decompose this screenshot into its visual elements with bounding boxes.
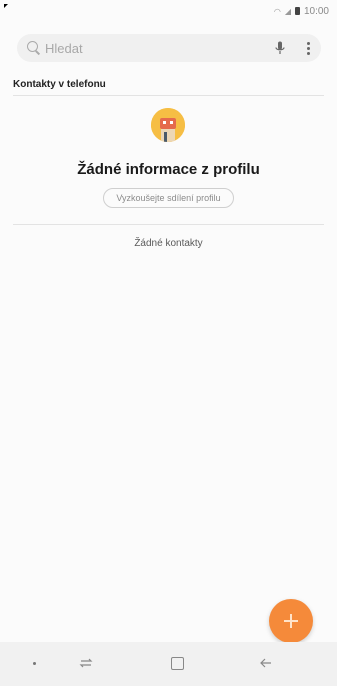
microphone-icon[interactable]: [271, 39, 289, 57]
empty-contacts-text: Žádné kontakty: [134, 238, 203, 249]
divider: [13, 95, 324, 96]
divider: [13, 224, 324, 225]
search-input[interactable]: Hledat: [45, 41, 271, 56]
signal-icon: ◢: [284, 6, 291, 16]
recent-apps-icon[interactable]: [78, 655, 94, 671]
home-icon[interactable]: [171, 657, 184, 670]
profile-avatar[interactable]: [151, 108, 185, 142]
status-time: 10:00: [303, 5, 329, 17]
navigation-bar: [0, 642, 337, 686]
section-header: Kontakty v telefonu: [13, 79, 106, 90]
wifi-icon: ◠: [273, 6, 281, 16]
plus-icon: [284, 614, 298, 628]
more-options-icon[interactable]: [301, 39, 315, 57]
back-icon[interactable]: [257, 654, 275, 672]
search-bar[interactable]: Hledat: [17, 34, 321, 62]
battery-icon: [294, 7, 300, 15]
corner-indicator-icon: [4, 4, 8, 8]
profile-title: Žádné informace z profilu: [77, 161, 260, 178]
nav-dot-icon: [33, 662, 36, 665]
status-bar: ◠ ◢ 10:00: [0, 0, 337, 22]
add-contact-button[interactable]: [269, 599, 313, 643]
share-profile-button[interactable]: Vyzkoušejte sdílení profilu: [103, 188, 234, 208]
search-icon: [27, 41, 41, 55]
